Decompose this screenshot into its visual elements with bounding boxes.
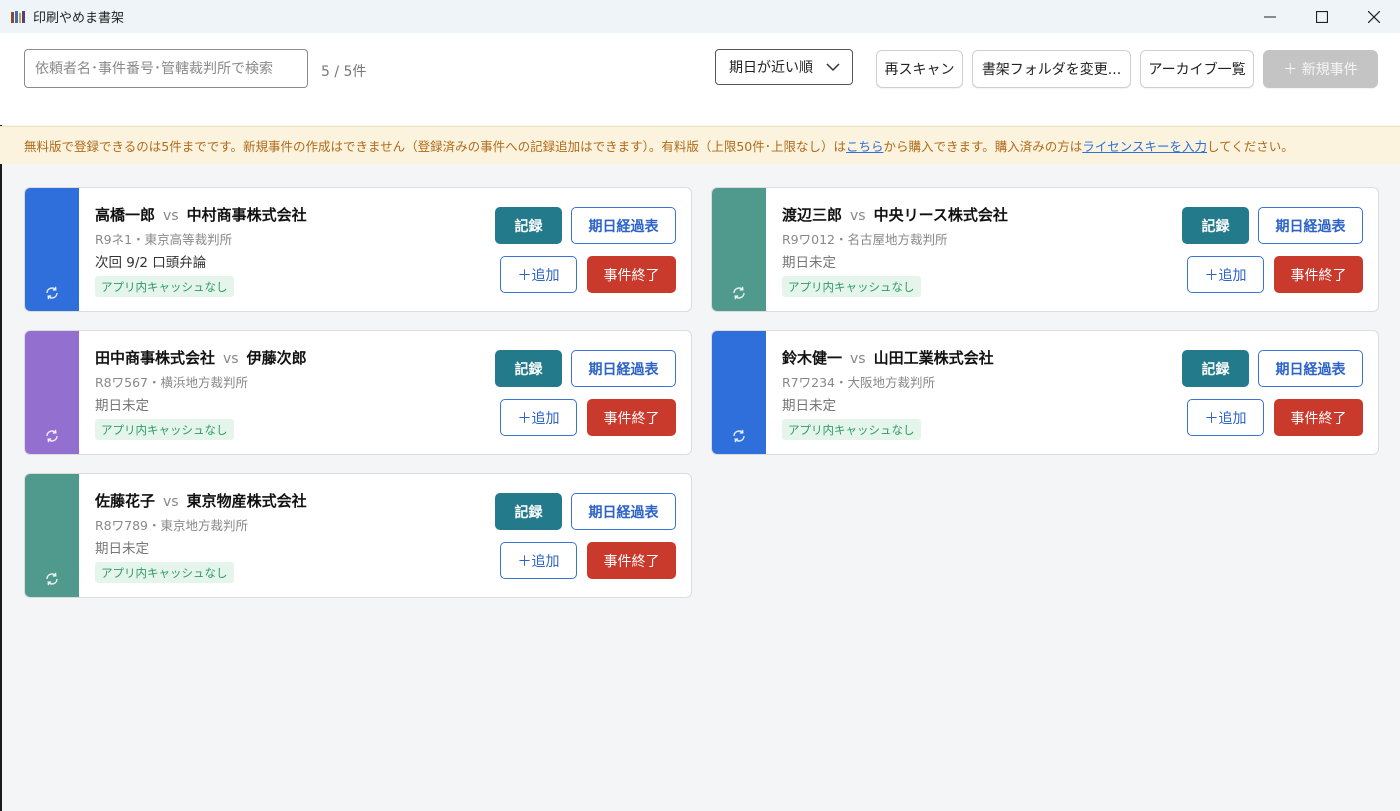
timeline-button[interactable]: 期日経過表 [571,207,676,244]
case-color-stripe [712,188,766,311]
maximize-icon [1316,10,1328,23]
opponent-name: 山田工業株式会社 [873,349,994,367]
sync-icon[interactable] [44,428,60,444]
sync-icon[interactable] [44,285,60,301]
opponent-name: 中村商事株式会社 [186,206,307,224]
purchase-link[interactable]: こちら [846,136,884,155]
opponent-name: 伊藤次郎 [246,349,307,367]
close-case-button[interactable]: 事件終了 [1274,399,1363,436]
cache-status-badge: アプリ内キャッシュなし [95,562,234,583]
timeline-button[interactable]: 期日経過表 [571,493,676,530]
vs-label: vs [223,351,239,367]
cache-status-badge: アプリ内キャッシュなし [95,419,234,440]
next-hearing: 期日未定 [782,255,836,271]
client-name: 鈴木健一 [782,349,843,367]
add-button[interactable]: ＋追加 [1187,256,1264,293]
chevron-down-icon [826,63,840,72]
sync-icon[interactable] [44,571,60,587]
rescan-button[interactable]: 再スキャン [876,50,963,88]
minimize-icon [1264,16,1276,17]
client-name: 高橋一郎 [95,206,156,224]
cache-status-badge: アプリ内キャッシュなし [95,276,234,297]
case-color-stripe [712,331,766,454]
close-button[interactable] [1348,0,1400,33]
case-number-court: R8ワ789・東京地方裁判所 [95,518,248,533]
case-number-court: R9ネ1・東京高等裁判所 [95,232,233,247]
next-hearing: 次回 9/2 口頭弁論 [95,255,207,271]
case-card[interactable]: 高橋一郎 vs 中村商事株式会社 R9ネ1・東京高等裁判所 次回 9/2 口頭弁論 … [24,187,692,312]
record-button[interactable]: 記録 [1182,207,1249,244]
next-hearing: 期日未定 [95,541,149,557]
timeline-button[interactable]: 期日経過表 [1258,207,1363,244]
title-bar: 印刷やめま書架 [0,0,1400,33]
client-name: 田中商事株式会社 [95,349,216,367]
opponent-name: 東京物産株式会社 [186,492,307,510]
add-button[interactable]: ＋追加 [1187,399,1264,436]
search-input[interactable] [24,49,308,88]
notice-text-1: 無料版で登録できるのは5件までです。新規事件の作成はできません（登録済みの事件へ… [24,139,846,154]
close-case-button[interactable]: 事件終了 [587,542,676,579]
vs-label: vs [850,208,866,224]
add-button[interactable]: ＋追加 [500,256,577,293]
cache-status-badge: アプリ内キャッシュなし [782,419,921,440]
case-card[interactable]: 田中商事株式会社 vs 伊藤次郎 R8ワ567・横浜地方裁判所 期日未定 アプリ内キ… [24,330,692,455]
add-button[interactable]: ＋追加 [500,399,577,436]
case-parties: 鈴木健一 vs 山田工業株式会社 [782,347,994,368]
bookshelf-icon [11,10,25,23]
cache-status-badge: アプリ内キャッシュなし [782,276,921,297]
opponent-name: 中央リース株式会社 [873,206,1008,224]
archive-list-button[interactable]: アーカイブ一覧 [1140,50,1254,88]
vs-label: vs [163,494,179,510]
case-card[interactable]: 佐藤花子 vs 東京物産株式会社 R8ワ789・東京地方裁判所 期日未定 アプリ内キ… [24,473,692,598]
new-case-button[interactable]: ＋ 新規事件 [1263,50,1378,88]
record-button[interactable]: 記録 [1182,350,1249,387]
minimize-button[interactable] [1244,0,1296,33]
change-folder-button[interactable]: 書架フォルダを変更... [972,50,1131,88]
license-key-link[interactable]: ライセンスキーを入力 [1082,136,1207,155]
case-number-court: R8ワ567・横浜地方裁判所 [95,375,248,390]
timeline-button[interactable]: 期日経過表 [1258,350,1363,387]
case-count: 5 / 5件 [321,64,367,80]
notice-text-2: から購入できます。購入済みの方は [883,139,1083,154]
add-button[interactable]: ＋追加 [500,542,577,579]
window-title: 印刷やめま書架 [33,11,125,26]
record-button[interactable]: 記録 [495,493,562,530]
window-controls [1244,0,1400,33]
free-plan-notice: 無料版で登録できるのは5件までです。新規事件の作成はできません（登録済みの事件へ… [0,126,1400,164]
notice-text-3: してください。 [1207,139,1294,154]
maximize-button[interactable] [1296,0,1348,33]
vs-label: vs [850,351,866,367]
case-card[interactable]: 渡辺三郎 vs 中央リース株式会社 R9ワ012・名古屋地方裁判所 期日未定 アプリ… [711,187,1379,312]
vs-label: vs [163,208,179,224]
timeline-button[interactable]: 期日経過表 [571,350,676,387]
sort-select-label: 期日が近い順 [729,60,813,76]
next-hearing: 期日未定 [782,398,836,414]
case-parties: 佐藤花子 vs 東京物産株式会社 [95,490,307,511]
client-name: 佐藤花子 [95,492,156,510]
record-button[interactable]: 記録 [495,207,562,244]
sync-icon[interactable] [731,428,747,444]
case-number-court: R9ワ012・名古屋地方裁判所 [782,232,948,247]
case-color-stripe [25,474,79,597]
case-color-stripe [25,188,79,311]
close-case-button[interactable]: 事件終了 [587,399,676,436]
record-button[interactable]: 記録 [495,350,562,387]
sync-icon[interactable] [731,285,747,301]
case-number-court: R7ワ234・大阪地方裁判所 [782,375,935,390]
close-case-button[interactable]: 事件終了 [587,256,676,293]
sort-select[interactable]: 期日が近い順 [715,49,853,85]
client-name: 渡辺三郎 [782,206,843,224]
case-parties: 高橋一郎 vs 中村商事株式会社 [95,204,307,225]
case-card[interactable]: 鈴木健一 vs 山田工業株式会社 R7ワ234・大阪地方裁判所 期日未定 アプリ内キ… [711,330,1379,455]
close-icon [1368,10,1380,23]
toolbar: 5 / 5件 期日が近い順 再スキャン 書架フォルダを変更... アーカイブ一覧… [0,33,1400,125]
case-parties: 田中商事株式会社 vs 伊藤次郎 [95,347,307,368]
case-color-stripe [25,331,79,454]
case-parties: 渡辺三郎 vs 中央リース株式会社 [782,204,1008,225]
close-case-button[interactable]: 事件終了 [1274,256,1363,293]
next-hearing: 期日未定 [95,398,149,414]
